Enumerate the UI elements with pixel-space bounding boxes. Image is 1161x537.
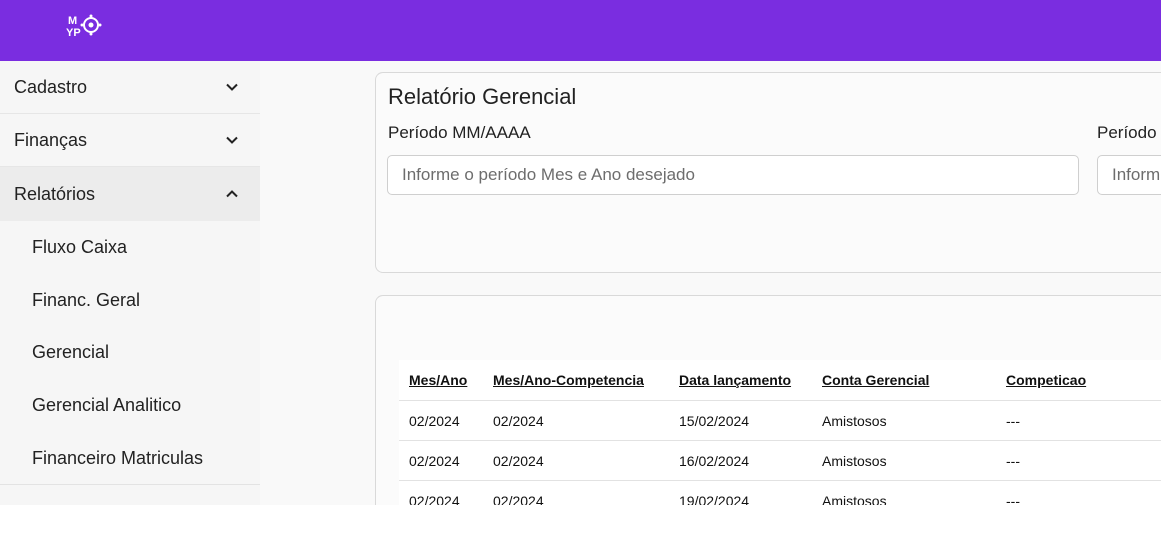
table-cell: 02/2024 xyxy=(483,440,669,481)
table-cell: 16/02/2024 xyxy=(669,440,812,481)
table-cell: 02/2024 xyxy=(399,480,483,505)
logo-letter-m: M xyxy=(68,15,77,27)
table-cell: --- xyxy=(996,440,1161,481)
table-cell: --- xyxy=(996,400,1161,441)
table-header-row: Mes/Ano Mes/Ano-Competencia Data lançame… xyxy=(399,360,1161,401)
period-input-2[interactable] xyxy=(1097,155,1161,195)
table-cell: Amistosos xyxy=(812,400,996,441)
column-header-mes-ano-competencia[interactable]: Mes/Ano-Competencia xyxy=(483,360,669,401)
report-table: Mes/Ano Mes/Ano-Competencia Data lançame… xyxy=(399,360,1161,505)
chevron-up-icon xyxy=(226,190,238,198)
sidebar-item-label: Relatórios xyxy=(14,183,96,204)
sidebar-subitem-financ-geral[interactable]: Financ. Geral xyxy=(0,274,260,327)
column-header-data-lancamento[interactable]: Data lançamento xyxy=(669,360,812,401)
sidebar-item-relatorios[interactable]: Relatórios xyxy=(0,167,260,221)
sidebar-subitem-gerencial-analitico[interactable]: Gerencial Analitico xyxy=(0,379,260,432)
table-cell: --- xyxy=(996,480,1161,505)
top-bar: M YP xyxy=(0,0,1161,61)
sidebar-subitem-gerencial[interactable]: Gerencial xyxy=(0,327,260,380)
page-title: Relatório Gerencial xyxy=(388,84,577,109)
table-cell: 02/2024 xyxy=(483,480,669,505)
table-cell: 19/02/2024 xyxy=(669,480,812,505)
sidebar-subitem-financeiro-matriculas[interactable]: Financeiro Matriculas xyxy=(0,432,260,485)
viewport-bottom-area xyxy=(0,505,1161,537)
logo-letters-yp: YP xyxy=(66,27,81,39)
report-table-container: Mes/Ano Mes/Ano-Competencia Data lançame… xyxy=(399,360,1161,505)
table-cell: 15/02/2024 xyxy=(669,400,812,441)
sidebar: Cadastro Finanças Relatórios Fluxo Caixa… xyxy=(0,61,260,505)
table-cell: 02/2024 xyxy=(399,440,483,481)
table-row[interactable]: 02/2024 02/2024 16/02/2024 Amistosos --- xyxy=(399,440,1161,481)
column-header-conta-gerencial[interactable]: Conta Gerencial xyxy=(812,360,996,401)
sidebar-item-label: Cadastro xyxy=(14,76,88,97)
table-cell: Amistosos xyxy=(812,480,996,505)
myp-logo[interactable]: M YP xyxy=(62,12,106,42)
sidebar-subitem-fluxo-caixa[interactable]: Fluxo Caixa xyxy=(0,221,260,274)
table-cell: 02/2024 xyxy=(483,400,669,441)
sidebar-item-financas[interactable]: Finanças xyxy=(0,114,260,167)
sidebar-item-label: Finanças xyxy=(14,129,88,150)
period-label: Período MM/AAAA xyxy=(388,123,531,142)
table-cell: Amistosos xyxy=(812,440,996,481)
chevron-down-icon xyxy=(226,83,238,91)
table-row[interactable]: 02/2024 02/2024 15/02/2024 Amistosos --- xyxy=(399,400,1161,441)
chevron-down-icon xyxy=(226,136,238,144)
sidebar-item-cadastro[interactable]: Cadastro xyxy=(0,61,260,114)
table-cell: 02/2024 xyxy=(399,400,483,441)
period-input[interactable] xyxy=(387,155,1079,195)
column-header-competicao[interactable]: Competicao xyxy=(996,360,1161,401)
period-label-2: Período xyxy=(1097,123,1157,142)
column-header-mes-ano[interactable]: Mes/Ano xyxy=(399,360,483,401)
table-row[interactable]: 02/2024 02/2024 19/02/2024 Amistosos --- xyxy=(399,480,1161,505)
